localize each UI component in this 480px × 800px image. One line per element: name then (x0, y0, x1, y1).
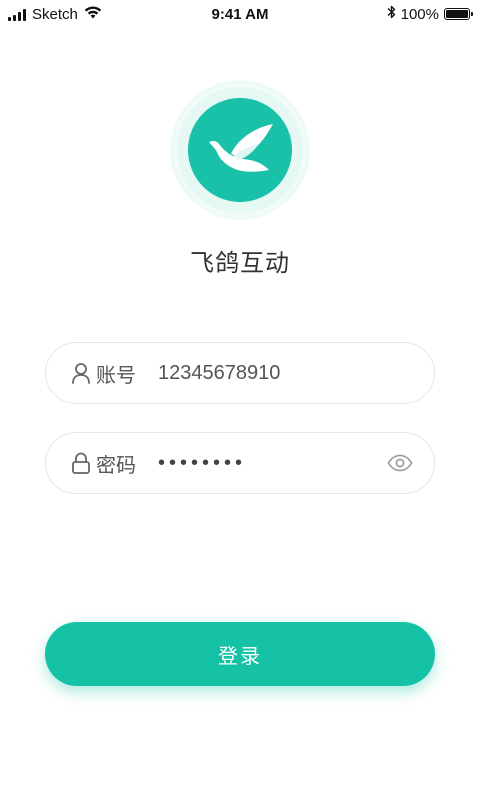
status-bar: Sketch 9:41 AM 100% (0, 0, 480, 30)
login-button[interactable]: 登录 (45, 622, 435, 686)
battery-fill (446, 10, 468, 18)
logo-circle (188, 98, 292, 202)
password-field[interactable]: 密码 •••••••• (45, 432, 435, 494)
logo-halo (177, 87, 303, 213)
user-icon (70, 362, 92, 384)
battery-icon (444, 8, 473, 20)
bird-logo-icon (209, 124, 273, 172)
password-input[interactable]: •••••••• (158, 452, 386, 475)
app-name: 飞鸽互动 (190, 250, 290, 277)
battery-percentage: 100% (400, 5, 439, 23)
eye-icon[interactable] (386, 453, 414, 473)
bluetooth-icon (387, 5, 396, 23)
lock-icon (70, 452, 92, 474)
account-input[interactable]: 12345678910 (158, 362, 414, 385)
password-label: 密码 (96, 454, 136, 477)
status-right: 100% (387, 5, 473, 23)
app-logo (170, 80, 310, 220)
account-label: 账号 (96, 364, 136, 387)
account-field[interactable]: 账号 12345678910 (45, 342, 435, 404)
